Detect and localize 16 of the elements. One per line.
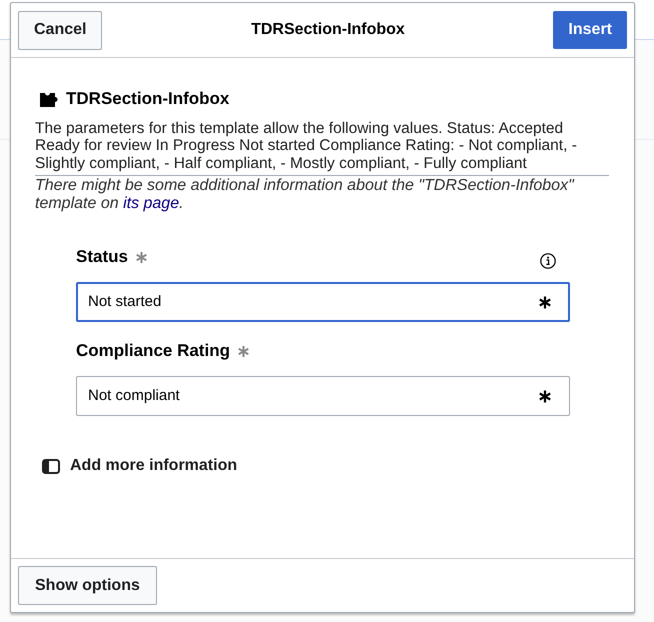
puzzle-piece-icon — [40, 90, 60, 107]
dialog-title: TDRSection-Infobox — [251, 20, 405, 40]
parameter-input[interactable]: Not compliant — [76, 376, 570, 416]
insert-button[interactable]: Insert — [553, 11, 627, 49]
template-note: There might be some additional information about the "TDRSection-Infobox" template on its page. — [35, 177, 576, 213]
template-description: The parameters for this template allow the following values. Status: Accepted Ready for review In Progress Not started Compliance Rating: - Not compliant, - Slightly compliant, - Half compliant, - Mostly compliant, - Fully compliant — [35, 120, 578, 172]
parameter-input[interactable]: Not started — [76, 282, 570, 322]
cancel-button[interactable]: Cancel — [18, 10, 102, 50]
show-options-button[interactable]: Show options — [18, 566, 157, 605]
its-page-link[interactable]: its page — [123, 195, 180, 212]
parameter-label: Compliance Rating — [76, 340, 230, 362]
panel-toggle-icon[interactable] — [42, 458, 60, 474]
add-more-information-link[interactable]: Add more information — [70, 454, 238, 478]
info-icon[interactable] — [540, 253, 556, 269]
template-name: TDRSection-Infobox — [66, 88, 230, 110]
parameter-label: Status — [76, 246, 128, 268]
